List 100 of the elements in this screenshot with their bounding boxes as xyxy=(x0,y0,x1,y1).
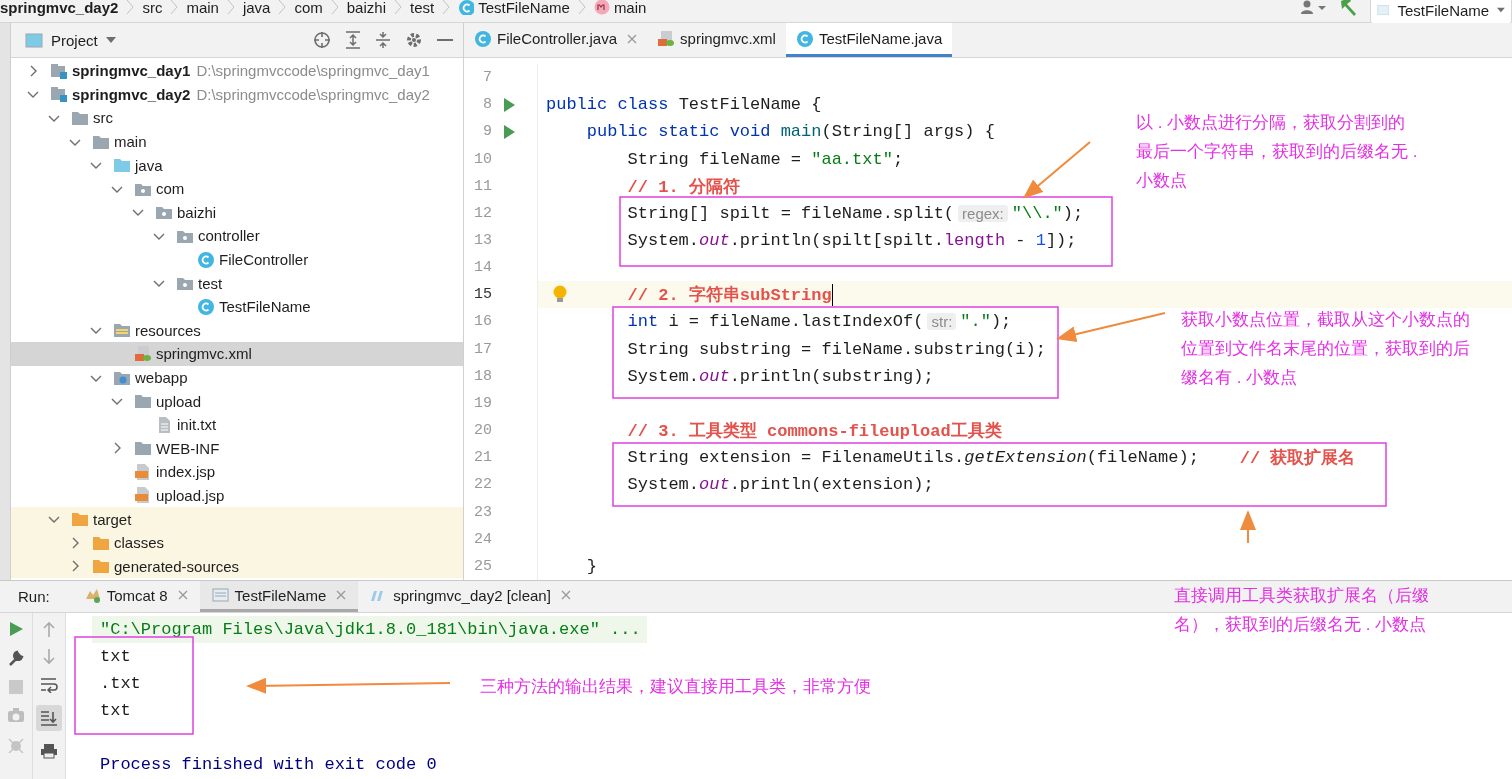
annotation-note: 直接调用工具类获取扩展名（后缀名），获取到的后缀名无 . 小数点 xyxy=(1174,585,1430,636)
folder-icon xyxy=(134,392,152,411)
chevron-separator-icon xyxy=(577,0,586,15)
chevron-separator-icon xyxy=(126,0,135,15)
code-text: int i = fileName.lastIndexOf( str: "."); xyxy=(626,312,1012,332)
close-icon[interactable] xyxy=(560,590,571,600)
tree-item[interactable]: TestFileName xyxy=(11,294,463,319)
code-text: public class TestFileName { xyxy=(545,95,822,115)
user-icon[interactable] xyxy=(1300,0,1328,15)
tree-item[interactable]: java xyxy=(11,153,463,177)
console-line: txt xyxy=(99,646,132,669)
line-number: 10 xyxy=(473,150,492,168)
chevron-separator-icon xyxy=(170,0,179,15)
folder-icon xyxy=(113,156,131,175)
folder-icon xyxy=(71,109,89,127)
breadcrumb-item[interactable]: test xyxy=(410,0,435,16)
console-line: Process finished with exit code 0 xyxy=(99,754,438,777)
panel-title[interactable]: Project xyxy=(51,31,98,49)
breadcrumb-item[interactable]: main xyxy=(186,0,219,16)
code-text: // 1. 分隔符 xyxy=(626,176,740,198)
tomcat-icon xyxy=(83,587,101,603)
tree-item[interactable]: springmvc_day1 D:\springmvccode\springmvc_day1 xyxy=(11,59,463,83)
tree-item[interactable]: com xyxy=(11,176,463,201)
method-icon xyxy=(593,0,610,15)
line-number: 16 xyxy=(473,313,492,331)
code-text: public static void main(String[] args) { xyxy=(585,122,995,142)
class-icon xyxy=(795,30,813,47)
tree-item[interactable]: controller xyxy=(11,224,463,248)
arrow xyxy=(1240,510,1256,544)
settings-icon[interactable] xyxy=(405,31,423,49)
tree-item[interactable]: FileController xyxy=(11,247,463,272)
class-icon xyxy=(458,0,475,15)
close-icon[interactable] xyxy=(336,590,347,600)
chevron-separator-icon xyxy=(330,0,339,15)
scroll-to-end-button[interactable] xyxy=(36,705,62,731)
soft-wrap-icon[interactable] xyxy=(40,677,58,693)
collapse-all-icon[interactable] xyxy=(375,31,391,49)
folder-icon xyxy=(134,439,152,458)
tree-item[interactable]: classes xyxy=(11,530,463,555)
breadcrumb-item[interactable]: main xyxy=(593,0,647,16)
run-configuration-dropdown[interactable]: TestFileName xyxy=(1370,0,1512,24)
caret-icon xyxy=(1497,6,1505,14)
annotation-note: 三种方法的输出结果，建议直接用工具类，非常方便 xyxy=(480,676,871,698)
tree-item[interactable]: WEB-INF xyxy=(11,436,463,461)
scroll-to-end-icon xyxy=(40,710,58,726)
breadcrumb-item[interactable]: src xyxy=(142,0,163,16)
code-text: // 2. 字符串subString xyxy=(538,283,833,307)
breadcrumb-item[interactable]: java xyxy=(242,0,271,16)
breadcrumb-item[interactable]: baizhi xyxy=(346,0,386,16)
print-icon[interactable] xyxy=(40,743,58,759)
tree-item[interactable]: springmvc.xml xyxy=(11,342,463,366)
code-text: String fileName = "aa.txt"; xyxy=(626,149,904,169)
line-number: 23 xyxy=(473,503,492,521)
editor-tab[interactable]: FileController.java xyxy=(464,23,648,57)
tree-item[interactable]: src xyxy=(11,106,463,130)
line-number: 20 xyxy=(473,422,492,440)
class-icon xyxy=(197,297,215,316)
tree-item[interactable]: main xyxy=(11,129,463,154)
chevron-separator-icon xyxy=(226,0,235,15)
minimize-icon[interactable] xyxy=(437,38,453,42)
code-text: System.out.println(substring); xyxy=(626,366,934,386)
run-tab[interactable]: springmvc_day2 [clean] xyxy=(358,581,583,612)
tree-item[interactable]: upload.jsp xyxy=(11,483,463,508)
line-number: 21 xyxy=(473,449,492,467)
tree-item[interactable]: webapp xyxy=(11,365,463,390)
tree-item[interactable]: generated-sources xyxy=(11,554,463,579)
close-icon[interactable] xyxy=(627,33,638,44)
lightbulb-icon[interactable] xyxy=(552,285,568,305)
run-tab[interactable]: Tomcat 8 xyxy=(71,581,200,612)
editor-tab[interactable]: springmvc.xml xyxy=(647,23,786,57)
project-icon xyxy=(25,32,43,48)
locate-icon[interactable] xyxy=(313,31,331,49)
run-icon[interactable] xyxy=(503,124,515,139)
close-icon[interactable] xyxy=(177,590,188,600)
caret-icon[interactable] xyxy=(105,36,116,44)
tree-item[interactable]: resources xyxy=(11,318,463,343)
annotation-note: 获取小数点位置，截取从这个小数点的位置到文件名末尾的位置，获取到的后缀名有 . 小数点 xyxy=(1181,309,1471,389)
tree-item[interactable]: springmvc_day2 D:\springmvccode\springmvc_day2 xyxy=(11,82,463,107)
breadcrumb-item[interactable]: TestFileName xyxy=(458,0,570,16)
line-number: 25 xyxy=(473,557,492,575)
code-text: } xyxy=(585,556,597,576)
run-icon[interactable] xyxy=(8,621,24,637)
tree-item[interactable]: init.txt xyxy=(11,412,463,437)
breadcrumb-item[interactable]: springmvc_day2 xyxy=(0,0,119,16)
module-folder-icon xyxy=(50,85,68,104)
run-icon[interactable] xyxy=(503,97,515,112)
editor-tab[interactable]: TestFileName.java xyxy=(785,23,953,57)
line-number: 14 xyxy=(473,259,492,277)
tree-item[interactable]: test xyxy=(11,271,463,295)
breadcrumb-item[interactable]: com xyxy=(294,0,323,16)
wrench-icon[interactable] xyxy=(7,649,25,667)
tree-item[interactable]: upload xyxy=(11,389,463,413)
tree-item[interactable]: index.jsp xyxy=(11,460,463,484)
tree-item[interactable]: target xyxy=(11,507,463,531)
tree-item[interactable]: baizhi xyxy=(11,200,463,225)
console-line: txt xyxy=(99,700,132,723)
run-tab[interactable]: TestFileName xyxy=(199,581,359,612)
panel-label: Run: xyxy=(18,587,50,607)
folder-icon xyxy=(71,510,89,529)
expand-all-icon[interactable] xyxy=(345,31,361,49)
